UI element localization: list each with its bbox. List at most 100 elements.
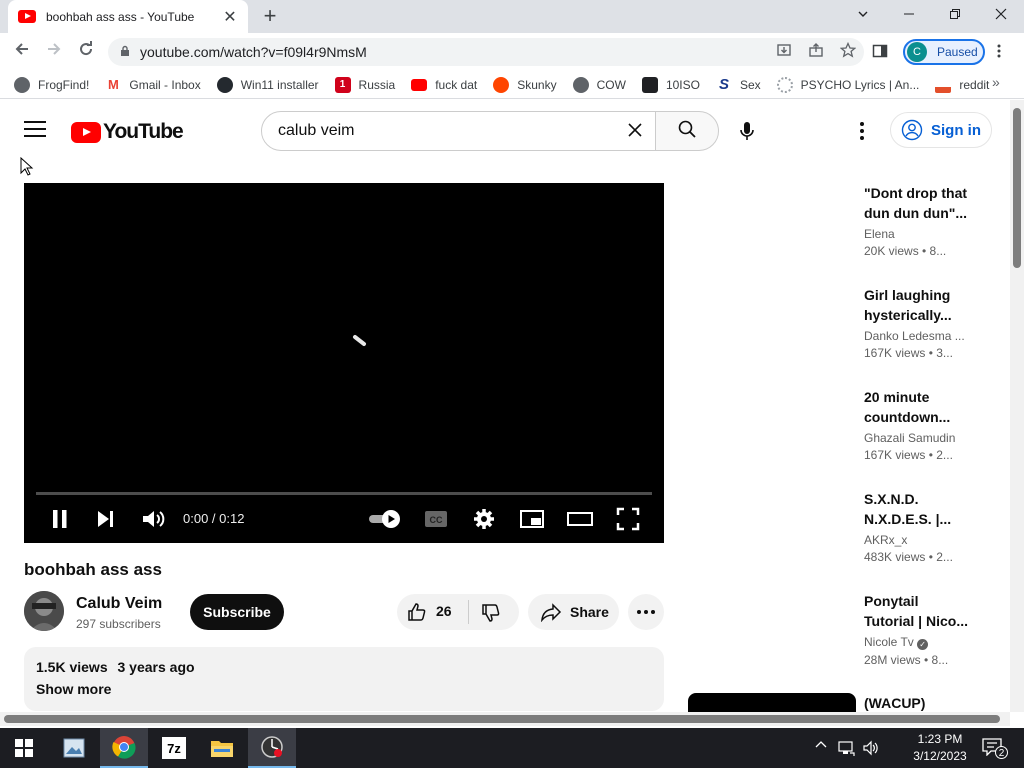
bookmark-skunky[interactable]: Skunky	[493, 76, 557, 93]
more-horizontal-icon	[637, 610, 655, 614]
address-bar[interactable]: youtube.com/watch?v=f09l4r9NmsM	[108, 38, 864, 66]
forward-arrow-icon[interactable]	[40, 40, 68, 64]
bookmark-reddit[interactable]: reddit	[935, 76, 989, 93]
new-tab-button[interactable]: +	[258, 4, 282, 28]
chrome-taskbar-icon[interactable]	[100, 728, 148, 768]
verified-check-icon: ✓	[917, 639, 929, 650]
pause-icon[interactable]	[46, 505, 74, 533]
clear-search-icon[interactable]	[615, 118, 655, 144]
more-actions-button[interactable]	[628, 594, 664, 630]
share-button[interactable]: Share	[528, 594, 619, 630]
search-button[interactable]	[655, 111, 719, 151]
back-arrow-icon[interactable]	[8, 40, 36, 64]
sign-in-button[interactable]: Sign in	[890, 112, 992, 148]
theater-mode-icon[interactable]	[566, 505, 594, 533]
fullscreen-icon[interactable]	[614, 505, 642, 533]
7zip-app-icon[interactable]: 7z	[150, 728, 198, 768]
recommended-video[interactable]: (WACUP)	[864, 693, 974, 713]
bookmarks-overflow-icon[interactable]: »	[992, 74, 1000, 90]
tab-close-icon[interactable]: ✕	[222, 7, 238, 27]
close-window-button[interactable]	[978, 3, 1024, 29]
hamburger-menu-icon[interactable]	[24, 121, 46, 139]
rec-channel-name: Nicole Tv	[864, 635, 914, 649]
description-meta: 1.5K views 3 years ago	[36, 659, 652, 675]
autoplay-toggle-icon[interactable]	[368, 505, 404, 533]
notifications-icon[interactable]: 2	[982, 738, 1012, 760]
youtube-favicon-icon	[18, 10, 36, 23]
search-query[interactable]: calub veim	[278, 122, 615, 140]
bookmark-cow[interactable]: COW	[572, 76, 626, 93]
profile-button[interactable]: C Paused	[903, 39, 985, 65]
channel-avatar[interactable]	[24, 591, 64, 631]
like-count[interactable]: 26	[436, 603, 452, 619]
recording-app-icon[interactable]	[248, 728, 296, 768]
bookmark-star-icon[interactable]	[832, 41, 864, 62]
bookmark-10iso[interactable]: 10ISO	[641, 76, 700, 93]
rec-title-line2: N.X.D.E.S. |...	[864, 511, 952, 527]
bookmark-fuck-dat[interactable]: fuck dat	[411, 78, 477, 92]
bookmark-win11-installer[interactable]: Win11 installer	[216, 76, 319, 93]
photos-app-icon[interactable]	[50, 728, 98, 768]
miniplayer-icon[interactable]	[518, 505, 546, 533]
loading-icon	[776, 76, 793, 93]
rec-channel: Ghazali Samudin	[864, 431, 956, 445]
youtube-logo[interactable]: YouTube	[71, 120, 184, 144]
subscribe-button[interactable]: Subscribe	[190, 594, 284, 630]
chrome-menu-icon[interactable]	[996, 43, 1008, 63]
minimize-button[interactable]	[886, 3, 932, 29]
rec-title-line2: dun dun dun"...	[864, 205, 968, 221]
rec-meta: 167K views • 3...	[864, 346, 953, 360]
thumbs-up-icon[interactable]	[406, 601, 428, 623]
ufo-icon	[935, 76, 952, 93]
share-page-icon[interactable]	[800, 42, 832, 62]
next-video-icon[interactable]	[92, 505, 120, 533]
volume-tray-icon[interactable]	[862, 739, 880, 757]
closed-captions-icon[interactable]: CC	[422, 505, 450, 533]
thumbs-down-icon[interactable]	[480, 602, 502, 624]
recommended-video[interactable]: Girl laughing hysterically... Danko Lede…	[864, 285, 974, 360]
tab-search-chevron-down-icon[interactable]	[840, 3, 886, 29]
bookmark-label: Win11 installer	[240, 77, 319, 92]
channel-name[interactable]: Calub Veim	[76, 595, 162, 613]
description-box[interactable]: 1.5K views 3 years ago Show more	[24, 647, 664, 711]
bookmarks-bar: FrogFind! M Gmail - Inbox Win11 installer…	[0, 71, 1024, 99]
microphone-icon[interactable]	[734, 118, 760, 144]
bookmark-psycho-lyrics[interactable]: PSYCHO Lyrics | An...	[776, 76, 919, 93]
tab-title: boohbah ass ass - YouTube	[46, 9, 195, 24]
network-icon[interactable]	[838, 739, 856, 757]
recommended-video[interactable]: Ponytail Tutorial | Nico... Nicole Tv ✓ …	[864, 591, 974, 667]
bookmark-frogfind[interactable]: FrogFind!	[14, 76, 89, 93]
settings-more-icon[interactable]	[856, 120, 868, 142]
bookmark-label: Gmail - Inbox	[129, 77, 201, 92]
lock-icon[interactable]	[120, 45, 130, 60]
browser-tab[interactable]: boohbah ass ass - YouTube ✕	[8, 0, 248, 33]
settings-gear-icon[interactable]	[470, 505, 498, 533]
globe-icon	[14, 76, 30, 93]
url-text[interactable]: youtube.com/watch?v=f09l4r9NmsM	[140, 44, 768, 60]
recommended-video[interactable]: 20 minute countdown... Ghazali Samudin 1…	[864, 387, 974, 462]
side-panel-icon[interactable]	[872, 43, 892, 63]
rec-title-line2: countdown...	[864, 409, 951, 425]
bookmark-gmail[interactable]: M Gmail - Inbox	[105, 76, 201, 93]
install-app-icon[interactable]	[768, 42, 800, 62]
show-more-link[interactable]: Show more	[36, 681, 652, 697]
recommended-video[interactable]: S.X.N.D. N.X.D.E.S. |... AKRx_x 483K vie…	[864, 489, 974, 564]
rec-thumbnail[interactable]	[688, 693, 856, 713]
windows-start-icon[interactable]	[0, 728, 48, 768]
video-player[interactable]	[24, 183, 664, 543]
horizontal-scrollbar[interactable]	[0, 712, 1010, 726]
show-hidden-icons-chevron-up-icon[interactable]	[815, 738, 827, 752]
taskbar-clock[interactable]: 1:23 PM 3/12/2023	[900, 731, 980, 765]
rec-meta: 483K views • 2...	[864, 550, 953, 564]
reload-icon[interactable]	[72, 40, 100, 64]
file-explorer-icon[interactable]	[198, 728, 246, 768]
search-input[interactable]: calub veim	[261, 111, 656, 151]
vertical-scrollbar[interactable]	[1010, 100, 1024, 712]
bookmark-sex[interactable]: S Sex	[715, 76, 761, 93]
volume-icon[interactable]	[139, 505, 167, 533]
bookmark-russia[interactable]: 1 Russia	[334, 76, 395, 93]
recommended-video[interactable]: "Dont drop that dun dun dun"... Elena 20…	[864, 183, 974, 258]
globe-icon	[572, 76, 589, 93]
progress-bar[interactable]	[36, 492, 652, 495]
restore-button[interactable]	[932, 3, 978, 29]
